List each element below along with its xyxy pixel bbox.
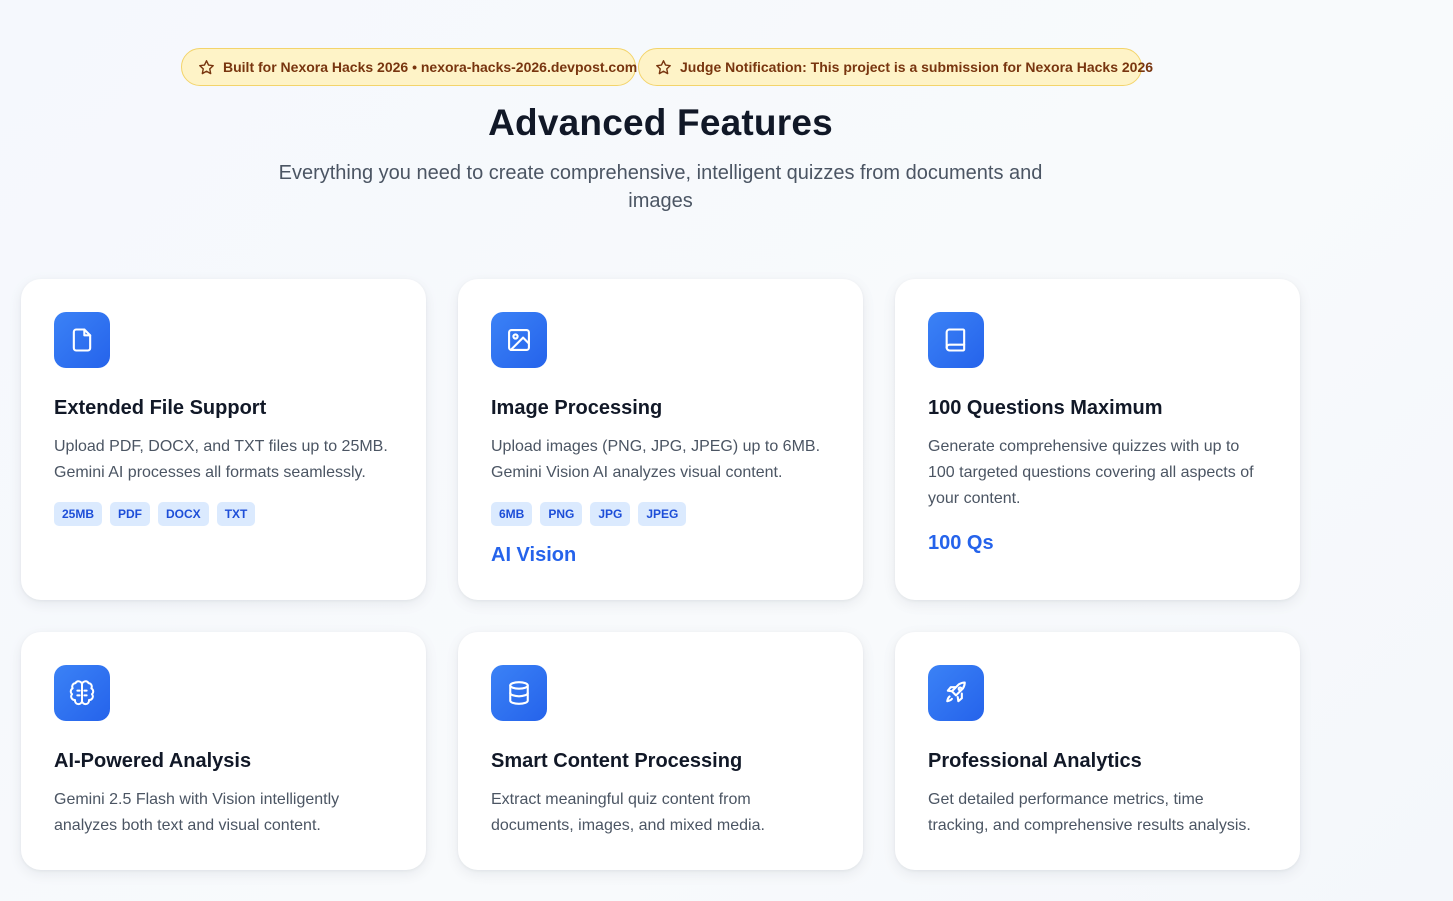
feature-title: 100 Questions Maximum — [928, 397, 1163, 419]
feature-title: Professional Analytics — [928, 750, 1142, 772]
tag: JPG — [590, 502, 631, 526]
feature-description: Extract meaningful quiz content from doc… — [491, 791, 765, 834]
feature-card-content-processing: Smart Content Processing Extract meaning… — [458, 632, 863, 870]
feature-card-analytics: Professional Analytics Get detailed perf… — [895, 632, 1300, 870]
image-icon — [491, 312, 547, 368]
feature-description: Gemini 2.5 Flash with Vision intelligent… — [54, 791, 340, 834]
banner-text: Judge Notification: This project is a su… — [680, 59, 1154, 75]
feature-title: AI-Powered Analysis — [54, 750, 252, 772]
book-icon — [928, 312, 984, 368]
feature-title: Smart Content Processing — [491, 750, 743, 772]
feature-highlight: AI Vision — [491, 544, 577, 566]
star-icon — [655, 59, 672, 76]
tag-list: 25MB PDF DOCX TXT — [54, 502, 393, 526]
star-icon — [198, 59, 215, 76]
tag: DOCX — [158, 502, 209, 526]
feature-description: Get detailed performance metrics, time t… — [928, 791, 1251, 834]
section-title: Advanced Features — [488, 102, 833, 143]
judge-notification-banner[interactable]: Judge Notification: This project is a su… — [638, 48, 1153, 86]
banner-text: Built for Nexora Hacks 2026 • nexora-hac… — [223, 59, 638, 75]
feature-card-file-support: Extended File Support Upload PDF, DOCX, … — [21, 279, 426, 600]
feature-description: Upload images (PNG, JPG, JPEG) up to 6MB… — [491, 438, 821, 481]
tag: 6MB — [491, 502, 533, 526]
tag: PNG — [540, 502, 583, 526]
feature-description: Generate comprehensive quizzes with up t… — [928, 438, 1254, 507]
feature-title: Extended File Support — [54, 397, 267, 419]
feature-title: Image Processing — [491, 397, 663, 419]
tag: 25MB — [54, 502, 103, 526]
rocket-icon — [928, 665, 984, 721]
database-icon — [491, 665, 547, 721]
feature-highlight: 100 Qs — [928, 532, 994, 554]
tag: JPEG — [638, 502, 687, 526]
feature-card-ai-analysis: AI-Powered Analysis Gemini 2.5 Flash wit… — [21, 632, 426, 870]
tag-list: 6MB PNG JPG JPEG — [491, 502, 830, 526]
feature-card-image-processing: Image Processing Upload images (PNG, JPG… — [458, 279, 863, 600]
section-subtitle: Everything you need to create comprehens… — [278, 162, 1043, 212]
feature-card-questions: 100 Questions Maximum Generate comprehen… — [895, 279, 1300, 600]
banner-row: Built for Nexora Hacks 2026 • nexora-hac… — [181, 48, 1153, 86]
tag: PDF — [110, 502, 151, 526]
tag: TXT — [216, 502, 256, 526]
hackathon-banner[interactable]: Built for Nexora Hacks 2026 • nexora-hac… — [181, 48, 638, 86]
brain-icon — [54, 665, 110, 721]
file-icon — [54, 312, 110, 368]
feature-description: Upload PDF, DOCX, and TXT files up to 25… — [54, 438, 388, 481]
